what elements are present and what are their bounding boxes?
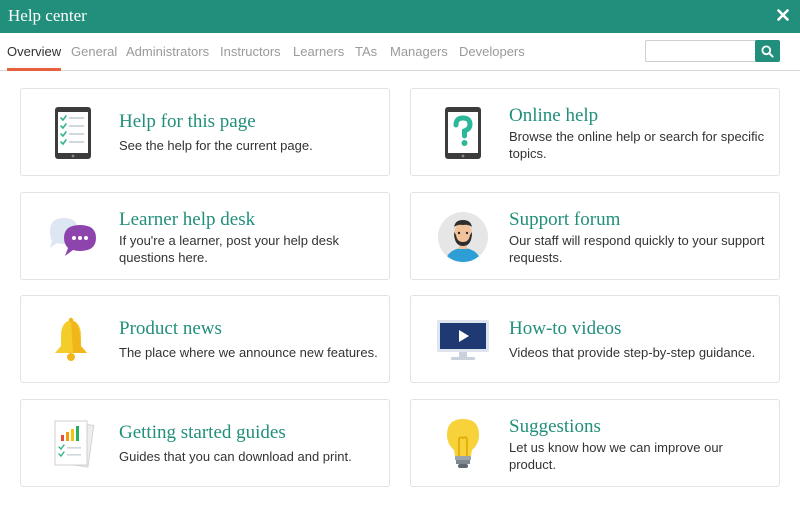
support-agent-avatar-icon [433, 207, 493, 267]
card-title: Online help [509, 105, 599, 126]
chat-bubbles-icon [43, 207, 103, 267]
card-title: Learner help desk [119, 209, 256, 230]
bell-icon [43, 310, 103, 370]
tab-tas[interactable]: TAs [355, 44, 377, 70]
search-button[interactable] [755, 40, 780, 62]
card-learner-help-desk[interactable]: Learner help desk If you're a learner, p… [20, 192, 390, 280]
tab-general[interactable]: General [71, 44, 117, 70]
close-button[interactable] [774, 5, 792, 25]
tab-managers[interactable]: Managers [390, 44, 448, 70]
tab-developers[interactable]: Developers [459, 44, 525, 70]
card-description: If you're a learner, post your help desk… [119, 233, 339, 265]
lightbulb-icon [433, 414, 493, 474]
card-description: The place where we announce new features… [119, 345, 378, 360]
card-title: How-to videos [509, 318, 622, 339]
close-icon [777, 9, 789, 21]
card-online-help[interactable]: Online help Browse the online help or se… [410, 88, 780, 176]
card-suggestions[interactable]: Suggestions Let us know how we can impro… [410, 399, 780, 487]
tablet-question-icon [433, 103, 493, 163]
tab-learners[interactable]: Learners [293, 44, 344, 70]
documents-chart-icon [43, 414, 103, 474]
window-title: Help center [8, 6, 87, 25]
card-description: Guides that you can download and print. [119, 449, 352, 464]
search-icon [761, 45, 774, 58]
card-description: See the help for the current page. [119, 138, 313, 153]
card-title: Suggestions [509, 416, 601, 437]
card-getting-started-guides[interactable]: Getting started guides Guides that you c… [20, 399, 390, 487]
tab-overview[interactable]: Overview [7, 44, 62, 71]
card-description: Let us know how we can improve our produ… [509, 440, 723, 472]
card-title: Help for this page [119, 111, 256, 132]
card-description: Our staff will respond quickly to your s… [509, 233, 765, 265]
card-product-news[interactable]: Product news The place where we announce… [20, 295, 390, 383]
card-title: Getting started guides [119, 422, 286, 443]
card-help-for-this-page[interactable]: Help for this page See the help for the … [20, 88, 390, 176]
search-box [645, 40, 780, 62]
title-bar: Help center [0, 0, 800, 33]
tab-administrators[interactable]: Administrators [126, 44, 209, 70]
card-description: Browse the online help or search for spe… [509, 129, 765, 161]
tablet-checklist-icon [43, 103, 103, 163]
card-title: Support forum [509, 209, 621, 230]
search-input[interactable] [645, 40, 757, 62]
card-support-forum[interactable]: Support forum Our staff will respond qui… [410, 192, 780, 280]
card-title: Product news [119, 318, 222, 339]
card-how-to-videos[interactable]: How-to videos Videos that provide step-b… [410, 295, 780, 383]
tab-instructors[interactable]: Instructors [220, 44, 281, 70]
video-monitor-icon [433, 310, 493, 370]
card-description: Videos that provide step-by-step guidanc… [509, 345, 756, 360]
